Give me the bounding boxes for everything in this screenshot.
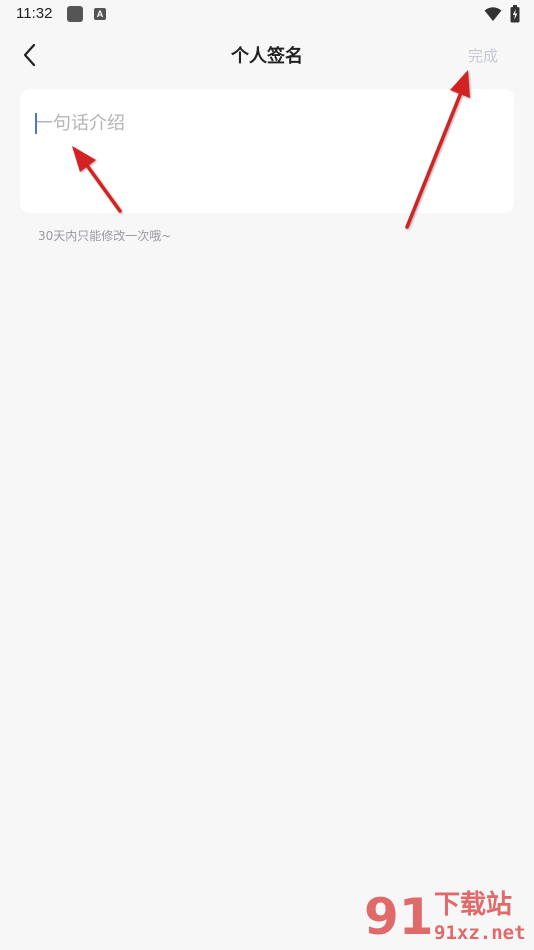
done-button[interactable]: 完成 bbox=[468, 45, 498, 66]
watermark-site-domain: 91xz.net bbox=[434, 922, 526, 944]
edit-limit-hint: 30天内只能修改一次哦~ bbox=[38, 229, 172, 243]
keyboard-notification-icon: A bbox=[94, 8, 106, 20]
status-bar: 11:32 A bbox=[0, 0, 534, 30]
signature-input[interactable] bbox=[35, 109, 495, 189]
text-cursor bbox=[35, 113, 37, 134]
battery-charging-icon bbox=[510, 5, 520, 23]
navigation-header: 个人签名 完成 bbox=[0, 30, 534, 80]
notification-app-icon bbox=[67, 6, 83, 22]
watermark-site-name: 下载站 bbox=[434, 890, 513, 920]
watermark-logo-number: 91 bbox=[364, 888, 434, 946]
status-time: 11:32 bbox=[16, 5, 53, 22]
site-watermark: 91 下载站 91xz.net bbox=[364, 888, 530, 948]
page-title: 个人签名 bbox=[231, 46, 303, 67]
wifi-icon bbox=[484, 7, 502, 21]
signature-card bbox=[20, 89, 514, 213]
